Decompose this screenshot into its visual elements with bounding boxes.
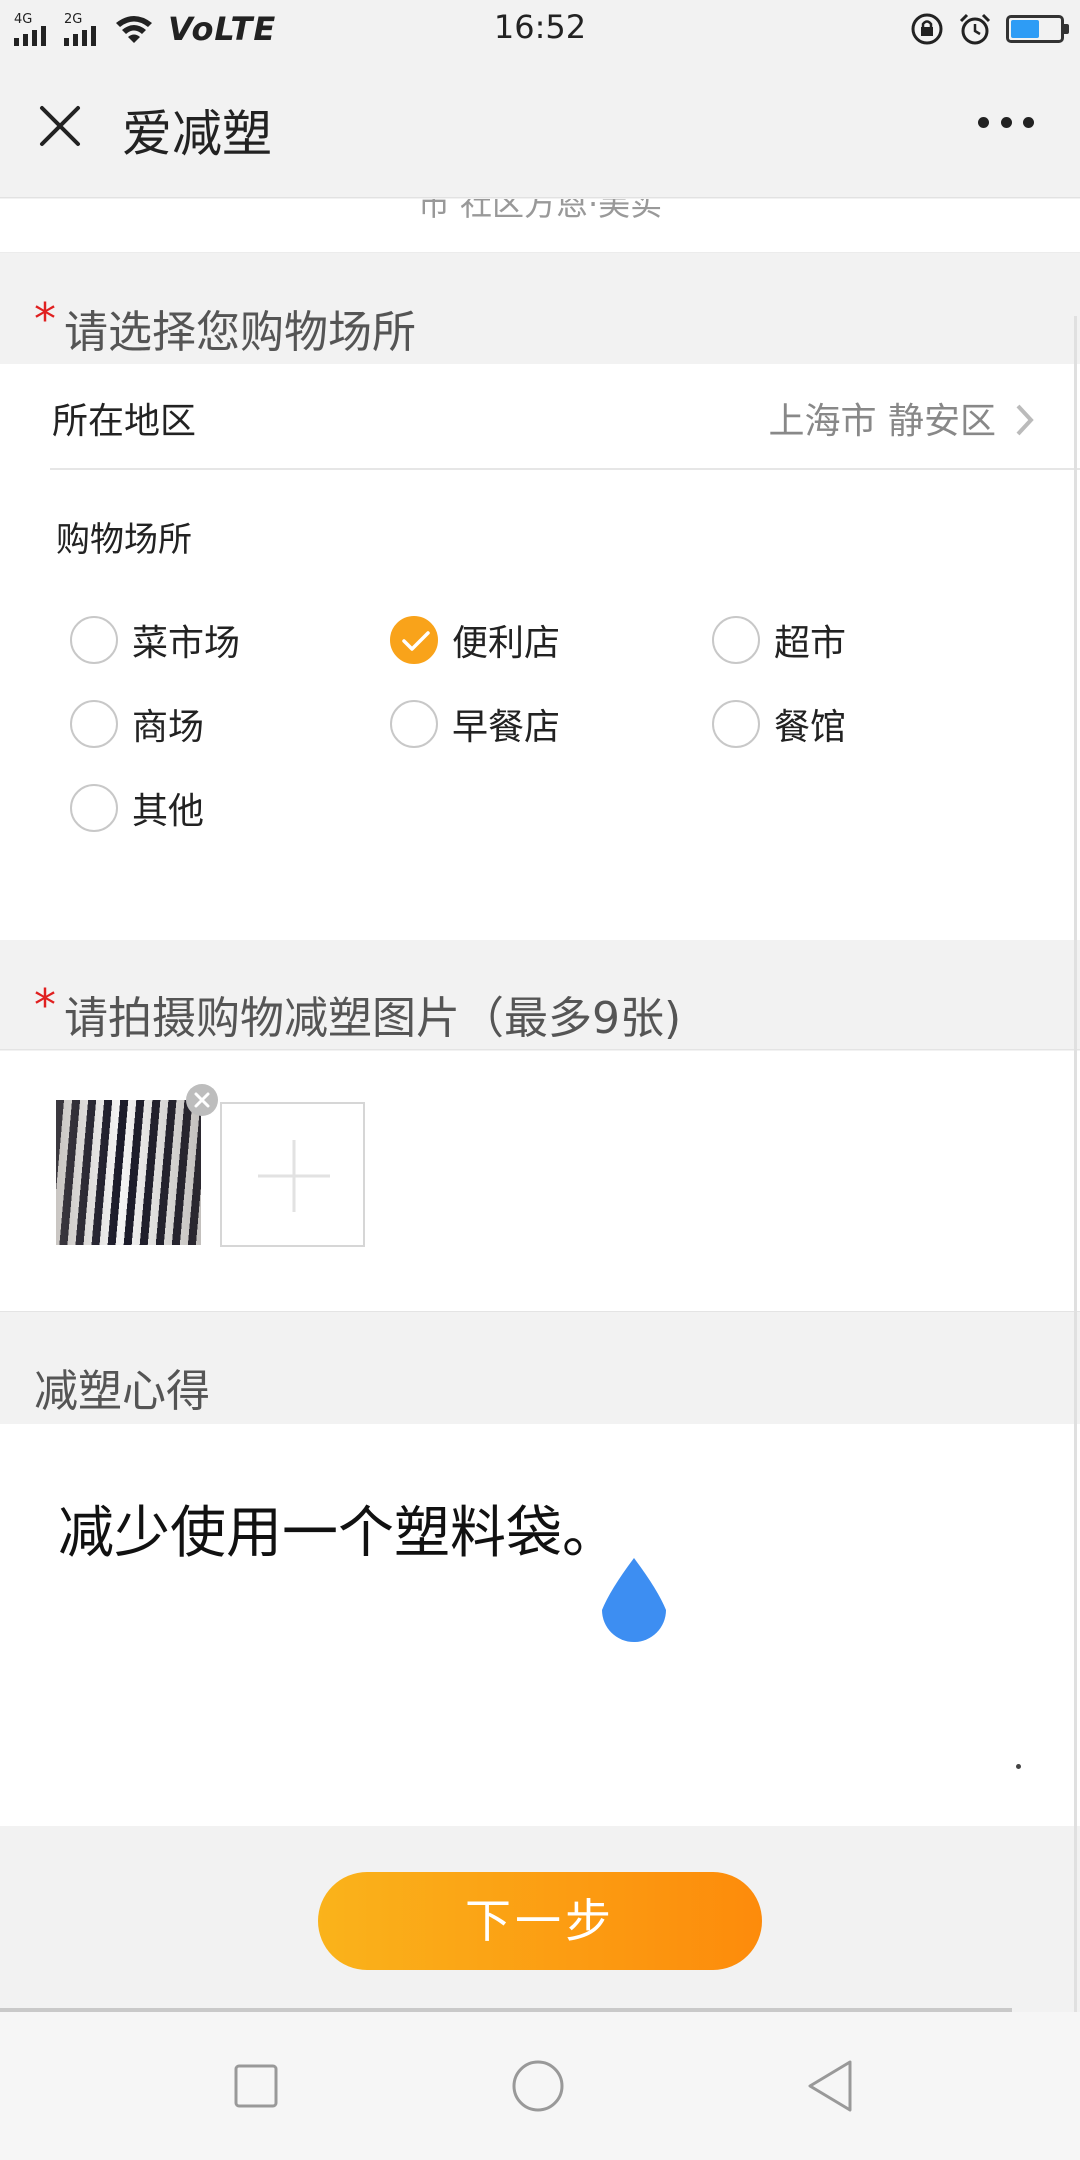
plus-icon [258,1140,330,1212]
text-cursor-handle-icon[interactable] [600,1556,668,1642]
radio-button-checked[interactable] [390,616,438,664]
add-photo-button[interactable] [220,1102,365,1247]
remove-photo-button[interactable] [186,1084,218,1116]
place-option-convenience-store[interactable]: 便利店 [390,614,560,666]
close-icon [194,1092,210,1108]
place-option-label: 商场 [132,707,205,748]
uploaded-photo-thumbnail[interactable] [56,1100,201,1245]
scrolled-content-remnant: 市 社区方恩·美实 [0,199,1080,253]
notes-section-header: 减塑心得 [0,1313,1080,1423]
photo-section-header: * 请拍摄购物减塑图片（最多9张) [0,940,1080,1050]
place-option-label: 便利店 [452,623,561,664]
place-option-label: 其他 [132,791,205,832]
scrollbar-track [1074,316,1077,2016]
close-icon[interactable] [36,102,84,150]
radio-button[interactable] [390,700,438,748]
shopping-place-card: 所在地区 上海市 静安区 购物场所 菜市场 便利店 超市 商场 早餐店 餐馆 其… [0,364,1080,940]
battery-icon [1006,15,1069,43]
divider [50,468,1080,470]
region-row[interactable]: 所在地区 上海市 静安区 [0,364,1080,468]
recent-apps-icon[interactable] [228,2058,284,2114]
place-option-label: 餐馆 [774,707,847,748]
place-option-supermarket[interactable]: 超市 [712,614,846,666]
system-navigation-bar [0,2012,1080,2160]
region-label: 所在地区 [52,401,197,442]
place-label: 购物场所 [56,520,192,560]
shopping-place-section-title: 请选择您购物场所 [64,307,416,358]
notes-text[interactable]: 减少使用一个塑料袋。 [58,1488,618,1569]
radio-button[interactable] [70,616,118,664]
place-option-restaurant[interactable]: 餐馆 [712,698,846,750]
notes-section-title: 减塑心得 [34,1366,210,1417]
chevron-right-icon [1016,404,1034,436]
radio-button[interactable] [70,700,118,748]
radio-button[interactable] [70,784,118,832]
place-option-vegetable-market[interactable]: 菜市场 [70,614,240,666]
back-icon[interactable] [802,2058,858,2114]
required-mark: * [34,980,56,1031]
alarm-icon [959,13,991,45]
app-header: 爱减塑 [0,58,1080,198]
checkmark-icon [402,631,430,651]
required-mark: * [34,294,56,345]
place-option-label: 早餐店 [452,707,561,748]
status-bar: 4G 2G VoLTE 16:52 [0,0,1080,58]
status-right [910,10,1069,48]
more-menu-icon[interactable] [978,114,1034,130]
stray-dot [1016,1764,1021,1769]
region-value: 上海市 静安区 [768,401,996,442]
place-option-mall[interactable]: 商场 [70,698,204,750]
shopping-place-section-header: * 请选择您购物场所 [0,254,1080,364]
rotation-lock-icon [911,13,943,45]
home-icon[interactable] [510,2058,566,2114]
photo-section-title: 请拍摄购物减塑图片（最多9张) [64,993,682,1044]
place-option-other[interactable]: 其他 [70,782,204,834]
radio-button[interactable] [712,616,760,664]
remnant-text: 市 社区方恩·美实 [417,199,663,223]
next-button[interactable]: 下一步 [318,1872,762,1970]
battery-level [1011,20,1039,38]
place-option-label: 菜市场 [132,623,241,664]
notes-textarea[interactable] [0,1424,1080,1826]
place-option-breakfast-shop[interactable]: 早餐店 [390,698,560,750]
place-option-label: 超市 [774,623,847,664]
page-title: 爱减塑 [122,105,272,163]
radio-button[interactable] [712,700,760,748]
